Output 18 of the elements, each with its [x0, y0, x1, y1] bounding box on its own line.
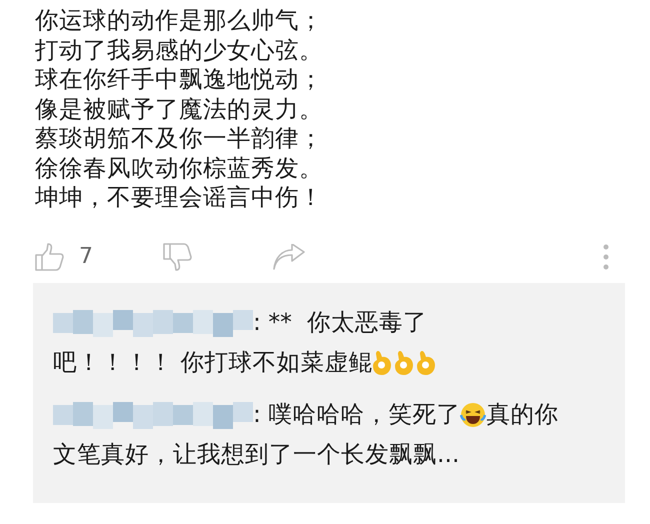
- post-line: 打动了我易感的少女心弦。: [35, 36, 323, 65]
- reply-text: : 噗哈哈哈，笑死了: [253, 398, 460, 430]
- post-line: 坤坤，不要理会谣言中伤！: [35, 183, 323, 212]
- more-icon[interactable]: [603, 244, 609, 270]
- share-icon[interactable]: [273, 244, 305, 270]
- reply-text: : ** 你太恶毒了: [253, 306, 427, 338]
- thumbs-up-icon[interactable]: [35, 242, 65, 270]
- post-line: 像是被赋予了魔法的灵力。: [35, 94, 323, 124]
- like-count: 7: [79, 243, 93, 271]
- post-line: 球在你纤手中飘逸地悦动；: [35, 65, 323, 94]
- thumbs-down-icon[interactable]: [163, 242, 193, 270]
- post-line: 徐徐春风吹动你棕蓝秀发。: [35, 154, 323, 183]
- post-line: 你运球的动作是那么帅气；: [35, 6, 323, 36]
- reply-text: 文笔真好，让我想到了一个长发飘飘...: [53, 438, 460, 470]
- post-line: 蔡琰胡笳不及你一半韵律；: [35, 124, 323, 154]
- reply-text: 真的你: [486, 398, 558, 430]
- laughing-face-emoji-icon: [460, 402, 486, 428]
- reply-text: 吧！！！！ 你打球不如菜虚鲲: [53, 346, 372, 378]
